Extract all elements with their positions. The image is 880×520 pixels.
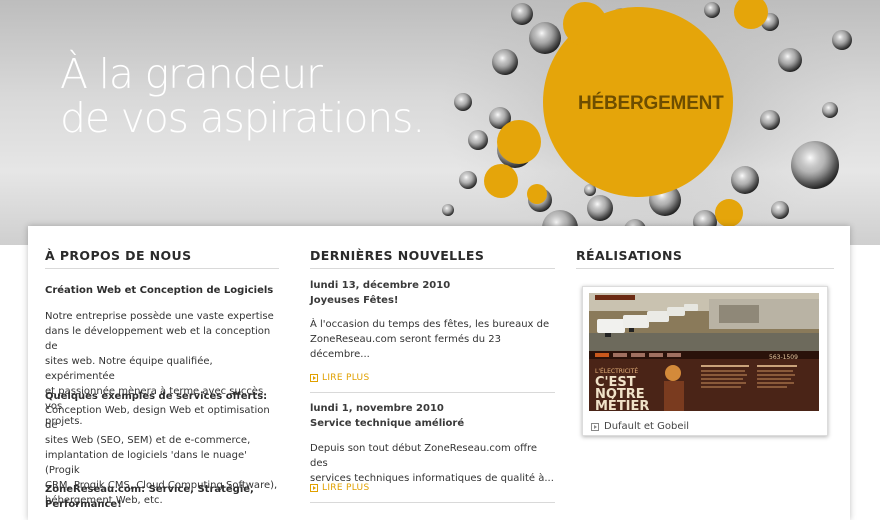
- portfolio-card[interactable]: 563-1509 L'ÉLECTRICITÉ C'EST NOTRE MÉTIE…: [582, 286, 828, 436]
- arrow-right-icon: [591, 422, 599, 431]
- read-more-link[interactable]: LIRE PLUS: [310, 373, 369, 383]
- news-item-divider: [310, 502, 555, 503]
- hero-service-label: HÉBERGEMENT: [578, 93, 724, 114]
- project-thumbnail-image: 563-1509 L'ÉLECTRICITÉ C'EST NOTRE MÉTIE…: [589, 293, 819, 411]
- news-excerpt-line: décembre...: [310, 349, 370, 360]
- read-more-label: LIRE PLUS: [322, 483, 370, 493]
- hero-tagline: À la grandeur de vos aspirations.: [60, 50, 425, 142]
- portfolio-title: RÉALISATIONS: [576, 248, 683, 263]
- news-date: lundi 1, novembre 2010: [310, 403, 444, 414]
- portfolio-divider: [576, 268, 834, 269]
- news-excerpt-line: À l'occasion du temps des fêtes, les bur…: [310, 319, 550, 330]
- arrow-right-icon: [310, 374, 318, 382]
- news-excerpt: À l'occasion du temps des fêtes, les bur…: [310, 317, 549, 362]
- closing-line: Performance!: [45, 499, 122, 510]
- about-intro-line: dans le développement web et la concepti…: [45, 326, 271, 352]
- news-excerpt: Depuis son tout début ZoneReseau.com off…: [310, 441, 555, 486]
- about-title: À PROPOS DE NOUS: [45, 248, 192, 263]
- services-heading: Quelques exemples de services offerts:: [45, 391, 268, 402]
- news-divider: [310, 268, 555, 269]
- news-item-divider: [310, 392, 555, 393]
- arrow-right-icon: [310, 484, 318, 492]
- news-item: lundi 1, novembre 2010 Service technique…: [310, 401, 464, 431]
- about-intro-line: sites web. Notre équipe qualifiée, expér…: [45, 356, 213, 382]
- about-closing: ZoneReseau.com: Service, Stratégie, Perf…: [45, 482, 254, 512]
- project-link[interactable]: Dufault et Gobeil: [591, 421, 689, 432]
- thumbnail-small-label: L'ÉLECTRICITÉ: [595, 367, 638, 375]
- news-headline-link[interactable]: Service technique amélioré: [310, 416, 464, 431]
- services-line: Conception Web, design Web et optimisati…: [45, 405, 270, 431]
- news-headline-link[interactable]: Joyeuses Fêtes!: [310, 293, 450, 308]
- news-excerpt-line: Depuis son tout début ZoneReseau.com off…: [310, 443, 538, 469]
- about-subtitle: Création Web et Conception de Logiciels: [45, 285, 274, 296]
- read-more-link[interactable]: LIRE PLUS: [310, 483, 369, 493]
- hero-banner: À la grandeur de vos aspirations. HÉBERG…: [0, 0, 880, 245]
- project-caption: Dufault et Gobeil: [604, 421, 690, 432]
- services-line: implantation de logiciels 'dans le nuage…: [45, 450, 247, 476]
- news-title: DERNIÈRES NOUVELLES: [310, 248, 485, 263]
- tagline-line-2: de vos aspirations.: [60, 94, 425, 142]
- about-intro-line: Notre entreprise possède une vaste exper…: [45, 311, 274, 322]
- about-divider: [45, 268, 279, 269]
- closing-line: ZoneReseau.com: Service, Stratégie,: [45, 484, 254, 495]
- thumbnail-headline-3: MÉTIER: [595, 398, 649, 411]
- services-line: sites Web (SEO, SEM) et de e-commerce,: [45, 435, 251, 446]
- content-panel: À PROPOS DE NOUS Création Web et Concept…: [28, 226, 850, 520]
- project-thumbnail[interactable]: 563-1509 L'ÉLECTRICITÉ C'EST NOTRE MÉTIE…: [589, 293, 819, 411]
- news-item: lundi 13, décembre 2010 Joyeuses Fêtes!: [310, 278, 450, 308]
- tagline-line-1: À la grandeur: [60, 50, 323, 98]
- news-excerpt-line: ZoneReseau.com seront fermés du 23: [310, 334, 501, 345]
- news-date: lundi 13, décembre 2010: [310, 280, 451, 291]
- read-more-label: LIRE PLUS: [322, 373, 370, 383]
